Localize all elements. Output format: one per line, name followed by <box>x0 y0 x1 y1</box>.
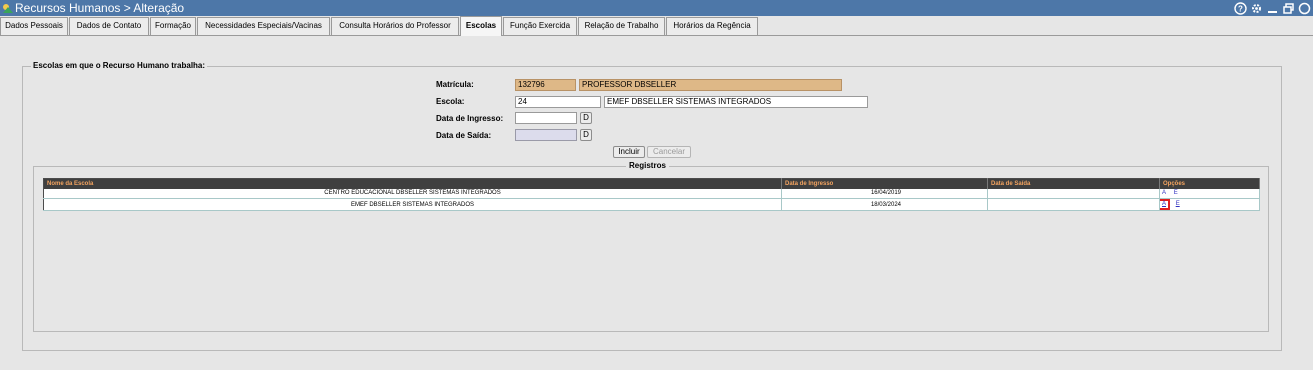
incluir-button[interactable]: Incluir <box>613 146 645 158</box>
col-opcoes: Opções <box>1159 178 1260 189</box>
data-ingresso-calendar-button[interactable]: D <box>580 112 592 124</box>
cell-opcoes: A E <box>1159 198 1260 211</box>
escola-code-field[interactable]: 24 <box>515 96 601 108</box>
svg-text:?: ? <box>1238 4 1243 13</box>
tab-dados-pessoais[interactable]: Dados Pessoais <box>0 17 68 35</box>
cancelar-button[interactable]: Cancelar <box>647 146 691 158</box>
data-ingresso-label: Data de Ingresso: <box>436 114 504 123</box>
tab-necessidades-especiais[interactable]: Necessidades Especiais/Vacinas <box>197 17 330 35</box>
data-saida-label: Data de Saída: <box>436 131 492 140</box>
tab-bar: Dados Pessoais Dados de Contato Formação… <box>0 16 1313 36</box>
cell-saida <box>987 198 1160 211</box>
cell-escola: CENTRO EDUCACIONAL DBSELLER SISTEMAS INT… <box>43 188 782 199</box>
tab-horarios-regencia[interactable]: Horários da Regência <box>666 17 758 35</box>
close-icon[interactable] <box>1298 2 1311 15</box>
table-row: CENTRO EDUCACIONAL DBSELLER SISTEMAS INT… <box>43 188 1260 199</box>
tab-escolas[interactable]: Escolas <box>460 16 502 36</box>
escolas-legend: Escolas em que o Recurso Humano trabalha… <box>31 61 208 71</box>
cell-saida <box>987 188 1160 199</box>
data-saida-field[interactable] <box>515 129 577 141</box>
cell-escola: EMEF DBSELLER SISTEMAS INTEGRADOS <box>43 198 782 211</box>
settings-icon[interactable] <box>1250 2 1263 15</box>
minimize-icon[interactable] <box>1266 2 1279 15</box>
tab-dados-contato[interactable]: Dados de Contato <box>69 17 149 35</box>
data-ingresso-field[interactable] <box>515 112 577 124</box>
table-row: EMEF DBSELLER SISTEMAS INTEGRADOS 18/03/… <box>43 198 1260 211</box>
cell-ingresso: 18/03/2024 <box>781 198 988 211</box>
data-saida-calendar-button[interactable]: D <box>580 129 592 141</box>
col-data-saida: Data de Saída <box>987 178 1160 189</box>
escola-name-field[interactable]: EMEF DBSELLER SISTEMAS INTEGRADOS <box>604 96 868 108</box>
col-data-ingresso: Data de Ingresso <box>781 178 988 189</box>
window-title: Recursos Humanos > Alteração <box>15 1 185 15</box>
tab-relacao-trabalho[interactable]: Relação de Trabalho <box>578 17 665 35</box>
cell-opcoes: A E <box>1159 188 1260 199</box>
tab-formacao[interactable]: Formação <box>150 17 196 35</box>
alterar-link[interactable]: A <box>1162 201 1166 207</box>
tab-funcao-exercida[interactable]: Função Exercida <box>503 17 577 35</box>
matricula-field[interactable]: 132796 <box>515 79 576 91</box>
col-nome-escola: Nome da Escola <box>43 178 782 189</box>
excluir-link[interactable]: E <box>1176 201 1180 207</box>
registros-legend: Registros <box>626 161 669 171</box>
help-icon[interactable]: ? <box>1234 1 1247 15</box>
window-titlebar: Recursos Humanos > Alteração ? <box>0 0 1313 16</box>
table-header-row: Nome da Escola Data de Ingresso Data de … <box>43 178 1260 189</box>
app-logo-icon <box>3 4 13 13</box>
excluir-link[interactable]: E <box>1174 190 1178 196</box>
registros-table: Nome da Escola Data de Ingresso Data de … <box>43 178 1260 211</box>
highlight-box: A <box>1159 199 1171 210</box>
alterar-link[interactable]: A <box>1162 190 1166 196</box>
escola-label: Escola: <box>436 97 465 106</box>
cell-ingresso: 16/04/2019 <box>781 188 988 199</box>
matricula-label: Matrícula: <box>436 80 474 89</box>
restore-icon[interactable] <box>1282 2 1295 15</box>
matricula-name-field: PROFESSOR DBSELLER <box>579 79 842 91</box>
tab-consulta-horarios[interactable]: Consulta Horários do Professor <box>331 17 459 35</box>
